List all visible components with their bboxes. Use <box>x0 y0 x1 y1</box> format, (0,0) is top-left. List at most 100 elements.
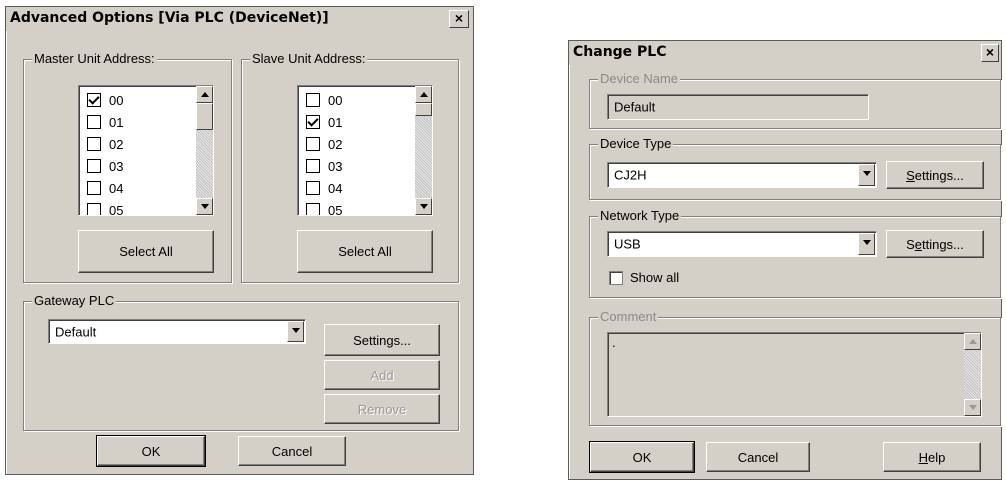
gateway-plc-group: Gateway PLC Default Settings... Add Remo… <box>23 293 459 431</box>
list-item-label: 04 <box>109 180 124 196</box>
network-type-combobox[interactable]: USB <box>607 231 877 257</box>
show-all-checkbox[interactable] <box>609 270 623 285</box>
list-item[interactable]: 02 <box>306 133 342 155</box>
list-item[interactable]: 01 <box>87 111 123 133</box>
checkbox-icon[interactable] <box>87 181 101 195</box>
scroll-down-icon <box>964 399 981 416</box>
list-item[interactable]: 01 <box>306 111 342 133</box>
checked-checkbox-icon[interactable] <box>306 115 320 129</box>
ok-button[interactable]: OK <box>96 435 206 467</box>
device-type-settings-accelerator: S <box>906 167 915 183</box>
slave-select-all-button[interactable]: Select All <box>297 230 433 273</box>
comment-scrollbar <box>964 333 981 416</box>
comment-legend: Comment <box>598 309 659 324</box>
network-type-settings-label-pre: S <box>906 236 915 252</box>
device-type-settings-label-post: ettings... <box>914 167 964 183</box>
checkbox-icon[interactable] <box>306 159 320 173</box>
gateway-plc-legend: Gateway PLC <box>32 293 117 308</box>
list-item-label: 02 <box>328 136 343 152</box>
cancel-button[interactable]: Cancel <box>238 436 346 466</box>
cancel-button[interactable]: Cancel <box>706 442 810 472</box>
list-item[interactable]: 00 <box>87 89 123 111</box>
list-item[interactable]: 02 <box>87 133 123 155</box>
help-button[interactable]: Help <box>883 442 981 472</box>
device-type-settings-button[interactable]: Settings... <box>886 161 984 189</box>
help-accelerator: H <box>918 449 929 465</box>
device-type-value: CJ2H <box>614 167 647 183</box>
network-type-settings-label-post: ttings... <box>921 236 964 252</box>
chevron-down-icon[interactable] <box>858 233 875 255</box>
gateway-settings-button[interactable]: Settings... <box>324 324 440 356</box>
network-type-settings-accelerator: e <box>914 236 922 252</box>
checked-checkbox-icon[interactable] <box>87 93 101 107</box>
gateway-remove-button[interactable]: Remove <box>324 394 440 424</box>
scroll-down-icon[interactable] <box>415 198 432 215</box>
comment-textarea: . <box>607 332 982 417</box>
device-name-value: Default <box>614 99 656 115</box>
show-all-checkbox-row[interactable]: Show all <box>609 270 679 285</box>
advanced-options-title: Advanced Options [Via PLC (DeviceNet)] <box>10 10 329 26</box>
help-label-rest: elp <box>928 449 946 465</box>
checkbox-icon[interactable] <box>87 115 101 129</box>
comment-value: . <box>612 335 616 350</box>
comment-group: Comment . <box>589 309 1001 426</box>
master-list-scrollbar[interactable] <box>196 86 213 215</box>
device-type-combobox[interactable]: CJ2H <box>607 162 877 188</box>
master-unit-address-list[interactable]: 00 01 02 03 04 05 <box>78 85 214 216</box>
list-item[interactable]: 05 <box>87 199 124 216</box>
scroll-thumb[interactable] <box>415 103 432 116</box>
checkbox-icon[interactable] <box>87 159 101 173</box>
network-type-group: Network Type USB Se ttings... Show all <box>589 208 1001 298</box>
slave-unit-address-list[interactable]: 00 01 02 03 04 05 <box>297 85 433 216</box>
scroll-up-icon[interactable] <box>415 86 432 103</box>
change-plc-titlebar: Change PLC × <box>569 41 1001 65</box>
checkbox-icon[interactable] <box>306 203 320 215</box>
scroll-up-icon <box>964 333 981 350</box>
gateway-plc-combobox[interactable]: Default <box>48 319 306 344</box>
master-unit-address-group: Master Unit Address: 00 01 02 03 04 05 Select… <box>23 51 232 283</box>
close-icon[interactable]: × <box>981 44 999 62</box>
checkbox-icon[interactable] <box>306 137 320 151</box>
slave-unit-address-legend: Slave Unit Address: <box>250 51 368 66</box>
chevron-down-icon[interactable] <box>858 164 875 186</box>
checkbox-icon[interactable] <box>306 181 320 195</box>
slave-unit-address-group: Slave Unit Address: 00 01 02 03 04 05 Select … <box>241 51 459 283</box>
device-name-field: Default <box>607 94 869 120</box>
list-item[interactable]: 00 <box>306 89 342 111</box>
chevron-down-icon[interactable] <box>287 321 304 342</box>
close-icon[interactable]: × <box>449 10 469 28</box>
device-name-legend: Device Name <box>598 71 681 86</box>
list-item[interactable]: 03 <box>306 155 342 177</box>
scroll-up-icon[interactable] <box>196 86 213 103</box>
list-item-label: 05 <box>109 202 124 216</box>
list-item-label: 00 <box>328 92 343 108</box>
show-all-label: Show all <box>630 270 680 285</box>
scroll-down-icon[interactable] <box>196 198 213 215</box>
list-item[interactable]: 05 <box>306 199 342 215</box>
slave-list-scrollbar[interactable] <box>415 86 432 215</box>
ok-button[interactable]: OK <box>589 441 695 473</box>
list-item[interactable]: 04 <box>87 177 123 199</box>
master-unit-address-legend: Master Unit Address: <box>32 51 157 66</box>
checkbox-icon[interactable] <box>87 203 101 215</box>
checkbox-icon[interactable] <box>87 137 101 151</box>
scroll-thumb[interactable] <box>196 103 213 130</box>
list-item-label: 04 <box>328 180 343 196</box>
gateway-plc-value: Default <box>55 324 97 339</box>
list-item-label: 01 <box>109 114 124 130</box>
gateway-add-button[interactable]: Add <box>324 360 440 390</box>
network-type-value: USB <box>614 236 641 252</box>
list-item[interactable]: 04 <box>306 177 342 199</box>
change-plc-dialog: Change PLC × Device Name Default Device … <box>568 40 1002 480</box>
list-item[interactable]: 03 <box>87 155 123 177</box>
list-item-label: 00 <box>109 92 124 108</box>
list-item-label: 03 <box>328 158 343 174</box>
device-type-legend: Device Type <box>598 136 674 151</box>
checkbox-icon[interactable] <box>306 93 320 107</box>
master-select-all-button[interactable]: Select All <box>78 230 214 273</box>
list-item-label: 03 <box>109 158 124 174</box>
device-type-group: Device Type CJ2H Settings... <box>589 136 1001 200</box>
list-item-label: 02 <box>109 136 124 152</box>
change-plc-title: Change PLC <box>573 44 667 60</box>
network-type-settings-button[interactable]: Se ttings... <box>886 230 984 258</box>
